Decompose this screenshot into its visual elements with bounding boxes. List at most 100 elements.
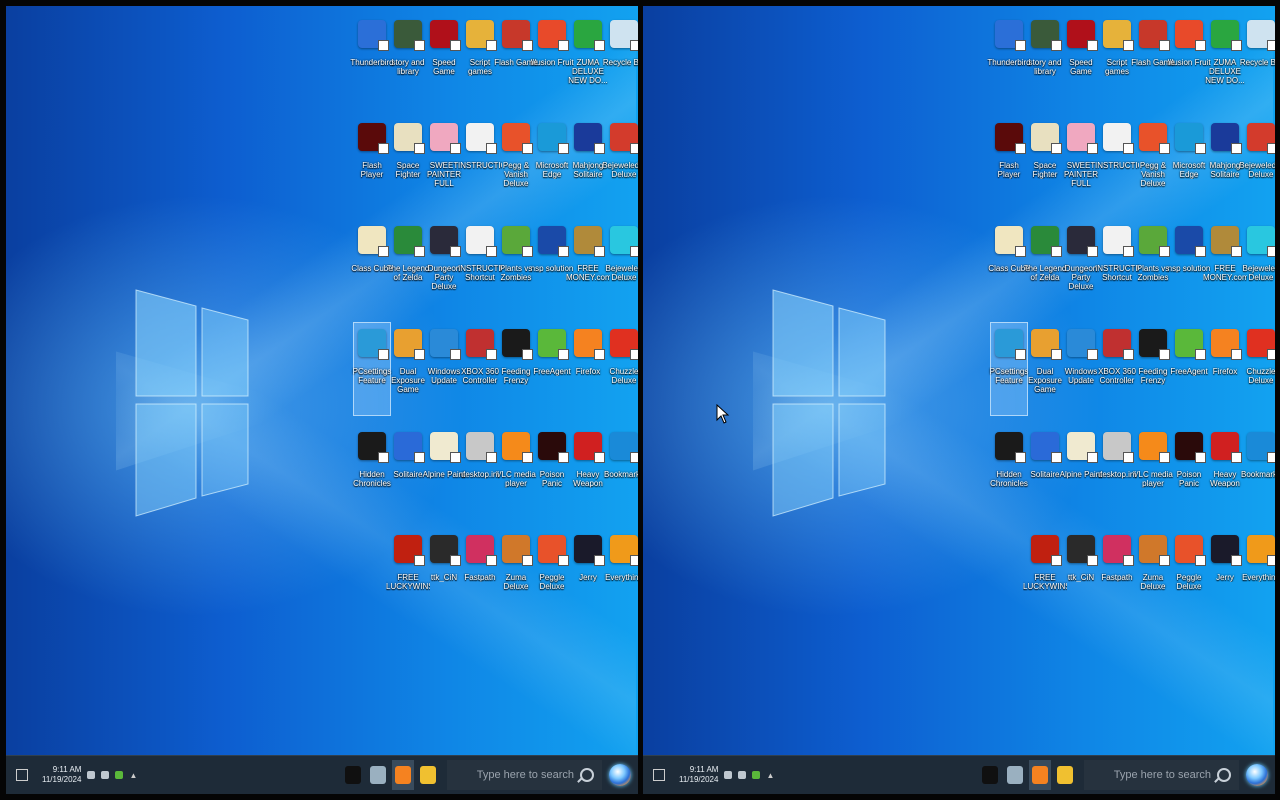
- desktop-icon[interactable]: Speed Game: [426, 14, 462, 106]
- desktop-icon[interactable]: Hidden Chronicles: [990, 426, 1028, 518]
- desktop-icon[interactable]: Jerry: [570, 529, 606, 621]
- desktop-icon[interactable]: Windows Update: [1063, 323, 1099, 415]
- search-box[interactable]: Type here to search: [447, 760, 602, 790]
- desktop-icon[interactable]: Chuzzle Deluxe: [1243, 323, 1275, 415]
- desktop-icon[interactable]: Fastpath: [1099, 529, 1135, 621]
- desktop-icon[interactable]: Everything: [1242, 529, 1275, 621]
- desktop-icon[interactable]: Flash Game: [1131, 14, 1175, 106]
- desktop-icon[interactable]: ZUMA DELUXE NEW DO...: [1205, 14, 1245, 106]
- desktop-icon[interactable]: Mahjong Solitaire: [1207, 117, 1243, 209]
- start-button[interactable]: [602, 756, 638, 794]
- desktop-icon[interactable]: INSTRUCTIONS.txt: [458, 117, 502, 209]
- network-icon[interactable]: [738, 771, 747, 779]
- desktop-icon[interactable]: Solitaire: [390, 426, 426, 518]
- desktop-icon[interactable]: ZUMA DELUXE NEW DO...: [568, 14, 608, 106]
- desktop-icon[interactable]: The Legend of Zelda: [1024, 220, 1066, 312]
- desktop-icon[interactable]: FREE LUCKYWINS: [386, 529, 430, 621]
- notification-icon[interactable]: [16, 769, 28, 781]
- desktop-icon[interactable]: story and library: [390, 14, 426, 106]
- volume-icon[interactable]: [724, 771, 733, 779]
- desktop-icon[interactable]: Bookmarks: [604, 426, 638, 518]
- show-hidden-icons-icon[interactable]: ▲: [766, 771, 774, 780]
- taskbar-button[interactable]: [979, 760, 1001, 790]
- desktop-icon[interactable]: Dungeon Party Deluxe: [426, 220, 462, 312]
- desktop-icon[interactable]: Dual Exposure Game: [1027, 323, 1063, 415]
- desktop-icon[interactable]: VLC media player: [496, 426, 536, 518]
- desktop-icon[interactable]: Bookmarks: [1241, 426, 1275, 518]
- desktop-icon[interactable]: ttk_CiN: [1063, 529, 1099, 621]
- desktop-icon[interactable]: FREE MONEY.com: [1203, 220, 1247, 312]
- desktop-icon[interactable]: VLC media player: [1133, 426, 1173, 518]
- desktop-icon[interactable]: INSTRUCTIONS.txt: [1095, 117, 1139, 209]
- desktop-icon[interactable]: XBOX 360 Controller: [1098, 323, 1136, 415]
- desktop-icon[interactable]: Plants vs Zombies: [498, 220, 534, 312]
- desktop-icon[interactable]: Thunderbird: [350, 14, 394, 106]
- desktop-icon[interactable]: FREE LUCKYWINS: [1023, 529, 1067, 621]
- desktop-icon[interactable]: Recycle Bin: [603, 14, 638, 106]
- taskbar-button[interactable]: [1054, 760, 1076, 790]
- desktop-icon[interactable]: FREE MONEY.com: [566, 220, 610, 312]
- desktop-icon[interactable]: Illusion Fruit: [1167, 14, 1211, 106]
- desktop-icon[interactable]: Poison Panic: [1171, 426, 1207, 518]
- desktop-icon[interactable]: Thunderbird: [987, 14, 1031, 106]
- desktop-icon[interactable]: Feeding Frenzy: [498, 323, 534, 415]
- tray-app-icon[interactable]: [752, 771, 761, 779]
- desktop-icon[interactable]: INSTRUCTIONS Shortcut: [1095, 220, 1139, 312]
- desktop-icon[interactable]: Bejeweled Deluxe: [1243, 220, 1275, 312]
- desktop-icon[interactable]: Pegg & Vanish Deluxe: [498, 117, 534, 209]
- desktop-icon[interactable]: Flash Game: [494, 14, 538, 106]
- desktop-icon[interactable]: Space Fighter: [1027, 117, 1063, 209]
- desktop-icon[interactable]: Class Cube: [351, 220, 393, 312]
- desktop-icon[interactable]: desktop.ini: [461, 426, 499, 518]
- desktop-icon[interactable]: Peggle Deluxe: [1171, 529, 1207, 621]
- desktop-icon[interactable]: Windows Update: [426, 323, 462, 415]
- desktop-icon[interactable]: Fastpath: [462, 529, 498, 621]
- desktop-icon[interactable]: Zuma Deluxe: [1135, 529, 1171, 621]
- desktop-icon[interactable]: Class Cube: [988, 220, 1030, 312]
- tray-app-icon[interactable]: [115, 771, 124, 779]
- desktop-icon[interactable]: Heavy Weapon: [1207, 426, 1243, 518]
- show-hidden-icons-icon[interactable]: ▲: [129, 771, 137, 780]
- desktop-icon[interactable]: Illusion Fruit: [530, 14, 574, 106]
- clock[interactable]: 9:11 AM 11/19/2024: [679, 765, 718, 785]
- desktop-icon[interactable]: PCsettings Feature: [353, 322, 391, 416]
- desktop-icon[interactable]: Flash Player: [354, 117, 390, 209]
- desktop-icon[interactable]: PCsettings Feature: [990, 322, 1028, 416]
- desktop-icon[interactable]: SWEET PAINTER FULL: [1063, 117, 1099, 209]
- taskbar-button[interactable]: [367, 760, 389, 790]
- desktop-icon[interactable]: Everything: [605, 529, 638, 621]
- volume-icon[interactable]: [87, 771, 96, 779]
- desktop-icon[interactable]: nsp solution: [531, 220, 573, 312]
- desktop-icon[interactable]: Hidden Chronicles: [353, 426, 391, 518]
- desktop-icon[interactable]: Microsoft Edge: [534, 117, 570, 209]
- desktop-icon[interactable]: Flash Player: [991, 117, 1027, 209]
- desktop-icon[interactable]: The Legend of Zelda: [387, 220, 429, 312]
- desktop-icon[interactable]: Chuzzle Deluxe: [606, 323, 638, 415]
- search-box[interactable]: Type here to search: [1084, 760, 1239, 790]
- desktop-icon[interactable]: Zuma Deluxe: [498, 529, 534, 621]
- desktop-icon[interactable]: story and library: [1027, 14, 1063, 106]
- desktop-icon[interactable]: Dual Exposure Game: [390, 323, 426, 415]
- desktop-icon[interactable]: Plants vs Zombies: [1135, 220, 1171, 312]
- desktop-icon[interactable]: Solitaire: [1027, 426, 1063, 518]
- desktop-icon[interactable]: Firefox: [1207, 323, 1243, 415]
- desktop-icon[interactable]: Mahjong Solitaire: [570, 117, 606, 209]
- desktop-icon[interactable]: Peggle Deluxe: [534, 529, 570, 621]
- desktop-icon[interactable]: Speed Game: [1063, 14, 1099, 106]
- desktop-icon[interactable]: Pegg & Vanish Deluxe: [1135, 117, 1171, 209]
- desktop-icon[interactable]: ttk_CiN: [426, 529, 462, 621]
- desktop-icon[interactable]: SWEET PAINTER FULL: [426, 117, 462, 209]
- desktop-icon[interactable]: Heavy Weapon: [570, 426, 606, 518]
- desktop-icon[interactable]: FreeAgent: [1170, 323, 1208, 415]
- desktop-icon[interactable]: INSTRUCTIONS Shortcut: [458, 220, 502, 312]
- desktop-icon[interactable]: Alpine Paint: [423, 426, 465, 518]
- desktop-icon[interactable]: Alpine Paint: [1060, 426, 1102, 518]
- taskbar-button[interactable]: [417, 760, 439, 790]
- desktop-icon[interactable]: Poison Panic: [534, 426, 570, 518]
- desktop-icon[interactable]: nsp solution: [1168, 220, 1210, 312]
- desktop-icon[interactable]: Script games: [462, 14, 498, 106]
- clock[interactable]: 9:11 AM 11/19/2024: [42, 765, 81, 785]
- desktop-icon[interactable]: Microsoft Edge: [1171, 117, 1207, 209]
- desktop-icon[interactable]: FreeAgent: [533, 323, 571, 415]
- desktop-icon[interactable]: Recycle Bin: [1240, 14, 1275, 106]
